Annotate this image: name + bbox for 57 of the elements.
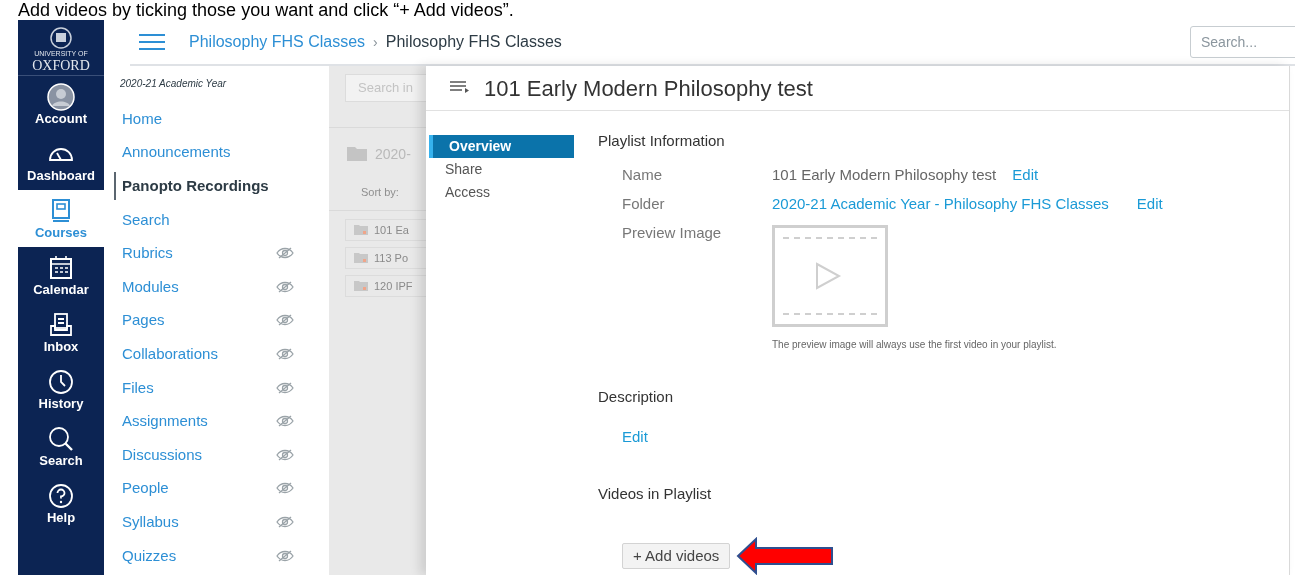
folder-row: 120 IPF bbox=[345, 275, 426, 297]
section-heading: Videos in Playlist bbox=[598, 483, 713, 504]
course-nav-link[interactable]: Announcements bbox=[114, 138, 231, 167]
clock-icon bbox=[47, 367, 75, 396]
breadcrumb-separator: › bbox=[373, 32, 378, 52]
section-heading: Playlist Information bbox=[598, 131, 726, 151]
folder-icon bbox=[354, 281, 368, 291]
course-nav-link[interactable]: Search bbox=[114, 205, 170, 234]
field-value: 101 Early Modern Philosophy test bbox=[772, 164, 997, 185]
note-text: The preview image will always use the first video in your playlist. bbox=[772, 337, 1057, 352]
calendar-icon bbox=[47, 253, 75, 282]
course-nav-link[interactable]: Syllabus bbox=[114, 507, 179, 536]
caption-text: Add videos by ticking those you want and click “+ Add videos”. bbox=[17, 0, 515, 20]
side-tab[interactable]: Access bbox=[429, 181, 574, 204]
playlist-icon bbox=[450, 81, 470, 95]
crest-icon bbox=[49, 26, 73, 50]
folder-row: 101 Ea bbox=[345, 219, 426, 241]
search-field[interactable]: Search... bbox=[1190, 26, 1295, 58]
folder-row: 113 Po bbox=[345, 247, 426, 269]
breadcrumb-link[interactable]: Philosophy FHS Classes bbox=[189, 30, 366, 54]
course-nav-link[interactable]: Rubrics bbox=[114, 239, 173, 268]
section-heading: Description bbox=[598, 386, 675, 407]
course-nav-link[interactable]: Panopto Recordings bbox=[114, 172, 269, 200]
course-nav-link[interactable]: Pages bbox=[114, 306, 165, 335]
term-label: 2020-21 Academic Year bbox=[119, 77, 228, 91]
sort-label: Sort by: bbox=[360, 185, 400, 200]
logo-text: OXFORD bbox=[32, 58, 90, 73]
help-icon bbox=[47, 481, 75, 510]
folder-link[interactable]: 2020-21 Academic Year - Philosophy FHS Classes bbox=[772, 193, 1109, 214]
folder-icon bbox=[354, 253, 368, 263]
course-nav-link[interactable]: Assignments bbox=[114, 407, 208, 436]
edit-link[interactable]: Edit bbox=[622, 426, 648, 449]
field-label: Name bbox=[622, 164, 663, 185]
course-nav-link[interactable]: Files bbox=[114, 373, 154, 402]
folder-icon bbox=[354, 225, 368, 235]
field-label: Preview Image bbox=[622, 222, 723, 243]
inbox-icon bbox=[47, 310, 75, 339]
course-nav-link[interactable]: Home bbox=[114, 104, 162, 133]
folder-icon bbox=[347, 147, 367, 161]
add-videos-button[interactable]: + Add videos bbox=[622, 543, 731, 569]
breadcrumb-current: Philosophy FHS Classes bbox=[385, 32, 562, 52]
course-nav-link[interactable]: Quizzes bbox=[114, 541, 177, 570]
field-label: Folder bbox=[622, 193, 666, 214]
side-tab[interactable]: Share bbox=[429, 158, 574, 181]
nav-item[interactable]: Courses bbox=[18, 190, 104, 247]
course-nav-link[interactable]: Collaborations bbox=[114, 339, 218, 368]
course-nav-link[interactable]: Discussions bbox=[114, 440, 203, 469]
playlist-title: 101 Early Modern Philosophy test bbox=[484, 74, 813, 103]
course-nav-link[interactable]: Modules bbox=[114, 272, 179, 301]
edit-link[interactable]: Edit bbox=[1136, 193, 1163, 214]
edit-link[interactable]: Edit bbox=[1012, 164, 1039, 185]
menu-icon[interactable] bbox=[139, 33, 165, 51]
search-icon bbox=[47, 424, 75, 453]
side-tab[interactable]: Overview bbox=[429, 135, 574, 158]
avatar-icon bbox=[47, 82, 75, 111]
arrow-icon bbox=[736, 537, 835, 575]
course-nav-link[interactable]: People bbox=[114, 474, 169, 503]
